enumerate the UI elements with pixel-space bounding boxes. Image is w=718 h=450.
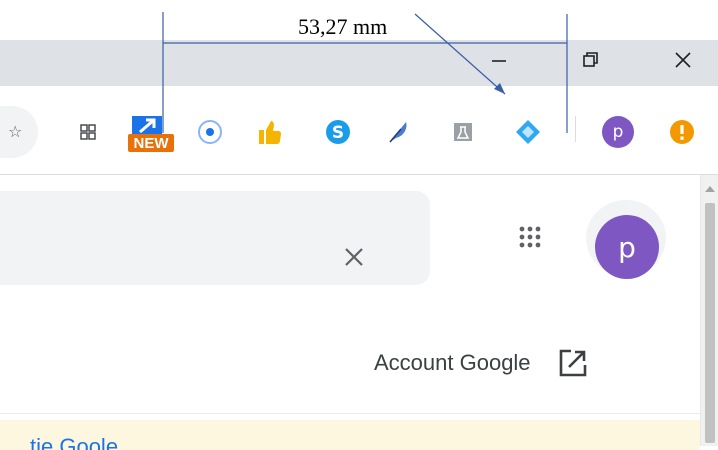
avatar-letter: p [612, 122, 624, 142]
skype-extension[interactable]: S [320, 114, 356, 150]
grid-icon [80, 124, 96, 140]
toolbar-divider [575, 116, 576, 142]
diamond-extension[interactable] [510, 114, 546, 150]
svg-text:S: S [332, 123, 344, 143]
section-divider [0, 413, 700, 414]
search-box[interactable] [0, 191, 430, 285]
close-icon [675, 52, 691, 68]
google-apps-button[interactable] [508, 215, 552, 259]
skype-icon: S [326, 120, 350, 144]
exclamation-icon [670, 120, 694, 144]
scrollbar-thumb[interactable] [705, 203, 715, 443]
minimize-button[interactable] [476, 40, 522, 80]
account-avatar[interactable]: p [595, 215, 659, 279]
circle-dot-icon [198, 120, 222, 144]
clear-search-button[interactable] [336, 239, 372, 275]
diamond-icon [516, 120, 540, 144]
feather-icon [389, 122, 407, 143]
open-in-new-icon [555, 345, 591, 381]
record-extension[interactable] [192, 114, 228, 150]
thumbs-up-icon [259, 121, 281, 144]
page-content: p Account Google ti⁠e Goo⁠le [0, 175, 700, 450]
close-icon [345, 248, 363, 266]
new-badge: NEW [134, 135, 170, 152]
account-avatar-letter: p [618, 230, 636, 264]
title-bar [0, 40, 718, 86]
flask-icon [454, 123, 472, 141]
restore-button[interactable] [568, 40, 614, 80]
arrow-new-icon: NEW [128, 116, 174, 152]
measurement-label: 53,27 mm [298, 14, 388, 39]
account-google-label: Account Google [374, 350, 531, 375]
restore-icon [583, 52, 598, 67]
thumbs-up-extension[interactable] [252, 114, 288, 150]
new-link-extension[interactable]: NEW [128, 114, 174, 152]
tab-grid-extension[interactable] [70, 114, 106, 150]
apps-grid-icon [519, 226, 541, 248]
annotation-area: 53,27 mm [0, 0, 718, 40]
minimize-icon [492, 60, 506, 62]
avatar: p [602, 116, 634, 148]
profile-button[interactable]: p [600, 114, 636, 150]
banner-text: ti⁠e Goo⁠le [30, 434, 119, 450]
flask-extension[interactable] [445, 114, 481, 150]
browser-toolbar: ☆ NEW S p [0, 86, 718, 175]
account-google-link[interactable]: Account Google [374, 343, 591, 383]
vertical-scrollbar[interactable] [700, 175, 718, 446]
bookmark-star-icon[interactable]: ☆ [8, 122, 22, 141]
close-window-button[interactable] [660, 40, 706, 80]
feather-extension[interactable] [380, 114, 416, 150]
update-alert-button[interactable] [664, 114, 700, 150]
scroll-up-arrow-icon[interactable] [701, 179, 718, 197]
